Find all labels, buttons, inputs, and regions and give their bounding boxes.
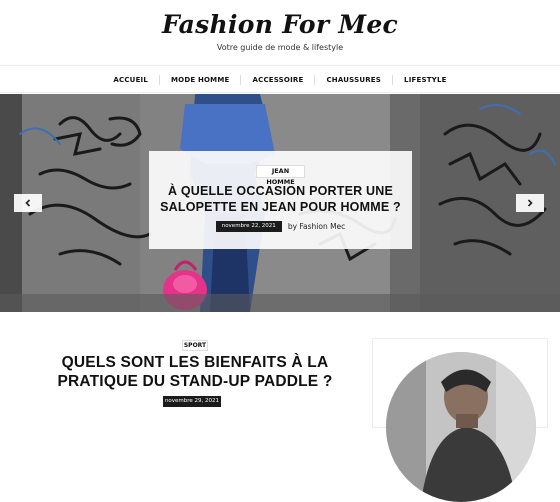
nav-list: ACCUEIL MODE HOMME ACCESSOIRE CHAUSSURES…: [0, 66, 560, 93]
slide-date: novembre 22, 2021: [215, 221, 282, 232]
nav-item-chaussures[interactable]: CHAUSSURES: [314, 74, 392, 85]
author-photo: [386, 352, 536, 502]
post-category-badge[interactable]: SPORT: [182, 340, 208, 351]
nav-item-accueil[interactable]: ACCUEIL: [102, 75, 159, 85]
slide-byline[interactable]: by Fashion Mec: [288, 222, 345, 231]
sidebar-about-widget: [372, 338, 548, 502]
slider-next-button[interactable]: [516, 194, 544, 212]
hero-slider: JEAN HOMME À QUELLE OCCASION PORTER UNE …: [0, 94, 560, 312]
post-date: novembre 29, 2021: [163, 396, 221, 407]
site-title[interactable]: Fashion For Mec: [0, 10, 560, 39]
slide-title[interactable]: À QUELLE OCCASION PORTER UNE SALOPETTE E…: [159, 183, 402, 215]
main-navigation: ACCUEIL MODE HOMME ACCESSOIRE CHAUSSURES…: [0, 66, 560, 93]
site-tagline: Votre guide de mode & lifestyle: [216, 43, 344, 52]
slide-category-badge[interactable]: JEAN HOMME: [256, 165, 305, 186]
nav-item-mode-homme[interactable]: MODE HOMME: [159, 74, 240, 85]
author-avatar: [386, 352, 536, 502]
slider-prev-button[interactable]: [14, 194, 42, 212]
nav-item-accessoire[interactable]: ACCESSOIRE: [240, 74, 314, 85]
featured-slide-card: JEAN HOMME À QUELLE OCCASION PORTER UNE …: [149, 151, 412, 249]
chevron-left-icon: [25, 199, 31, 207]
post-title[interactable]: QUELS SONT LES BIENFAITS À LA PRATIQUE D…: [24, 353, 366, 391]
site-header: Fashion For Mec Votre guide de mode & li…: [0, 0, 560, 66]
nav-item-lifestyle[interactable]: LIFESTYLE: [392, 74, 458, 85]
slide-meta: novembre 22, 2021 by Fashion Mec: [149, 221, 412, 232]
chevron-right-icon: [527, 199, 533, 207]
